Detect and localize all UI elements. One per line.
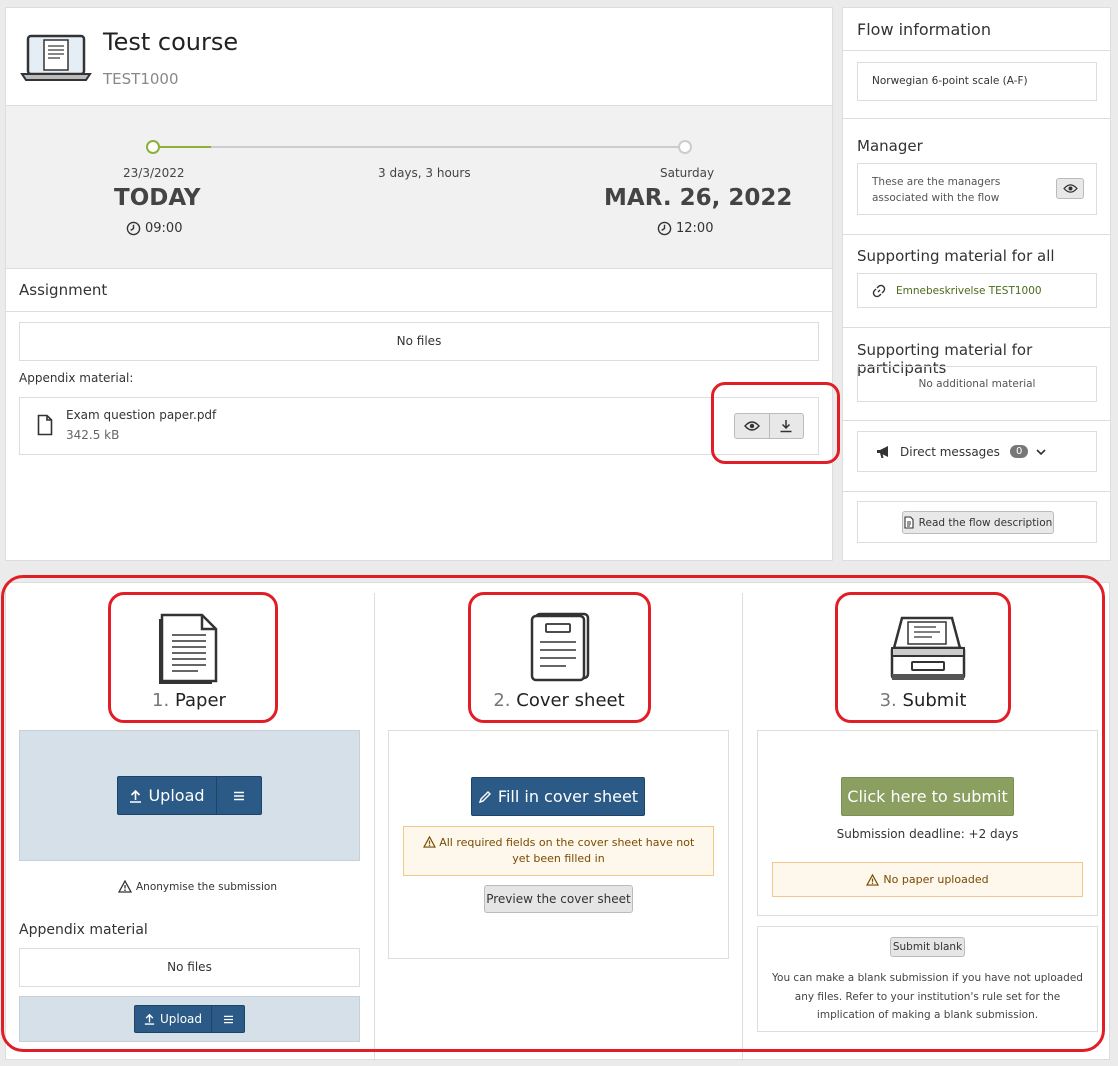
end-day: Saturday bbox=[660, 166, 715, 180]
view-managers-button[interactable] bbox=[1056, 178, 1084, 199]
warning-icon bbox=[118, 880, 132, 893]
no-paper-warning: No paper uploaded bbox=[772, 862, 1083, 897]
support-all-title: Supporting material for all bbox=[857, 247, 1055, 265]
course-card: Test course TEST1000 23/3/2022 TODAY 09:… bbox=[5, 7, 833, 561]
timeline-start-dot bbox=[146, 140, 160, 154]
paper-appendix-no-files: No files bbox=[19, 948, 360, 987]
clock-icon bbox=[657, 221, 672, 236]
appendix-upload-button[interactable]: Upload bbox=[135, 1006, 212, 1032]
menu-icon bbox=[233, 791, 245, 801]
chevron-down-icon bbox=[1036, 448, 1046, 456]
fill-cover-sheet-label: Fill in cover sheet bbox=[497, 787, 639, 806]
paper-upload-label: Upload bbox=[148, 786, 205, 805]
highlight-step-cover bbox=[468, 592, 651, 723]
divider bbox=[843, 118, 1110, 119]
paper-upload-button[interactable]: Upload bbox=[118, 777, 217, 814]
divider bbox=[843, 420, 1110, 421]
manager-box: These are the managers associated with t… bbox=[857, 163, 1097, 215]
upload-icon bbox=[144, 1013, 155, 1025]
direct-messages-toggle[interactable]: Direct messages 0 bbox=[857, 431, 1097, 472]
paper-upload-menu-button[interactable] bbox=[217, 777, 261, 814]
flow-info-title: Flow information bbox=[857, 20, 991, 39]
read-description-label: Read the flow description bbox=[918, 516, 1053, 529]
paper-appendix-title: Appendix material bbox=[19, 922, 148, 938]
appendix-upload-label: Upload bbox=[159, 1012, 203, 1026]
direct-messages-label: Direct messages bbox=[900, 444, 1000, 459]
submit-button[interactable]: Click here to submit bbox=[841, 777, 1014, 816]
support-all-link[interactable]: Emnebeskrivelse TEST1000 bbox=[896, 285, 1042, 297]
manager-text: These are the managers associated with t… bbox=[872, 176, 1001, 204]
submission-deadline: Submission deadline: +2 days bbox=[836, 827, 1019, 841]
preview-cover-sheet-button[interactable]: Preview the cover sheet bbox=[484, 885, 633, 913]
course-code: TEST1000 bbox=[103, 70, 179, 88]
highlight-step-submit bbox=[835, 592, 1011, 723]
anonymise-label: Anonymise the submission bbox=[136, 880, 277, 893]
manager-title: Manager bbox=[857, 137, 923, 155]
pencil-icon bbox=[478, 790, 492, 804]
file-size: 342.5 kB bbox=[66, 428, 120, 442]
message-count-badge: 0 bbox=[1009, 445, 1029, 458]
end-time-value: 12:00 bbox=[676, 221, 714, 236]
document-icon bbox=[904, 516, 914, 529]
upload-icon bbox=[129, 789, 142, 803]
no-additional-material: No additional material bbox=[857, 366, 1097, 402]
no-paper-warning-text: No paper uploaded bbox=[883, 873, 989, 886]
grading-scale: Norwegian 6-point scale (A-F) bbox=[857, 62, 1097, 101]
timeline-track bbox=[152, 146, 685, 148]
anonymise-notice: Anonymise the submission bbox=[118, 880, 277, 893]
appendix-file-row bbox=[19, 397, 819, 455]
highlight-step-paper bbox=[108, 592, 278, 723]
start-label: TODAY bbox=[114, 185, 201, 211]
cover-sheet-warning: All required fields on the cover sheet h… bbox=[403, 826, 714, 876]
duration: 3 days, 3 hours bbox=[378, 166, 471, 180]
link-icon bbox=[872, 284, 886, 298]
timeline-progress bbox=[152, 146, 211, 148]
read-description-button[interactable]: Read the flow description bbox=[902, 511, 1054, 534]
file-icon bbox=[37, 414, 53, 436]
appendix-label: Appendix material: bbox=[19, 371, 134, 385]
appendix-upload-group: Upload bbox=[134, 1005, 245, 1033]
paper-upload-group: Upload bbox=[117, 776, 262, 815]
support-all-box: Emnebeskrivelse TEST1000 bbox=[857, 273, 1097, 308]
blank-submission-info: You can make a blank submission if you h… bbox=[772, 972, 1083, 1021]
assignment-no-files: No files bbox=[19, 322, 819, 361]
warning-icon bbox=[422, 836, 436, 848]
start-date: 23/3/2022 bbox=[123, 166, 185, 180]
cover-sheet-warning-text: All required fields on the cover sheet h… bbox=[439, 836, 695, 865]
megaphone-icon bbox=[876, 445, 892, 459]
menu-icon bbox=[223, 1015, 234, 1024]
divider bbox=[843, 234, 1110, 235]
eye-icon bbox=[1062, 183, 1078, 194]
divider bbox=[843, 491, 1110, 492]
flow-info-sidebar: Flow information Norwegian 6-point scale… bbox=[842, 7, 1111, 561]
end-time: 12:00 bbox=[657, 221, 713, 236]
submit-blank-button[interactable]: Submit blank bbox=[890, 937, 965, 957]
appendix-upload-menu-button[interactable] bbox=[212, 1006, 244, 1032]
start-time: 09:00 bbox=[126, 221, 182, 236]
file-name[interactable]: Exam question paper.pdf bbox=[66, 408, 216, 422]
timeline: 23/3/2022 TODAY 09:00 3 days, 3 hours Sa… bbox=[6, 105, 832, 269]
fill-cover-sheet-button[interactable]: Fill in cover sheet bbox=[471, 777, 645, 816]
highlight-file-actions bbox=[711, 382, 840, 464]
divider bbox=[843, 50, 1110, 51]
start-time-value: 09:00 bbox=[145, 221, 183, 236]
warning-icon bbox=[866, 873, 880, 886]
assignment-header bbox=[6, 270, 832, 312]
course-title: Test course bbox=[103, 28, 239, 56]
clock-icon bbox=[126, 221, 141, 236]
assignment-title: Assignment bbox=[19, 281, 108, 299]
end-label: MAR. 26, 2022 bbox=[604, 185, 793, 211]
flow-description-box: Read the flow description bbox=[857, 501, 1097, 543]
timeline-end-dot bbox=[678, 140, 692, 154]
divider bbox=[843, 327, 1110, 328]
laptop-icon bbox=[20, 32, 92, 84]
